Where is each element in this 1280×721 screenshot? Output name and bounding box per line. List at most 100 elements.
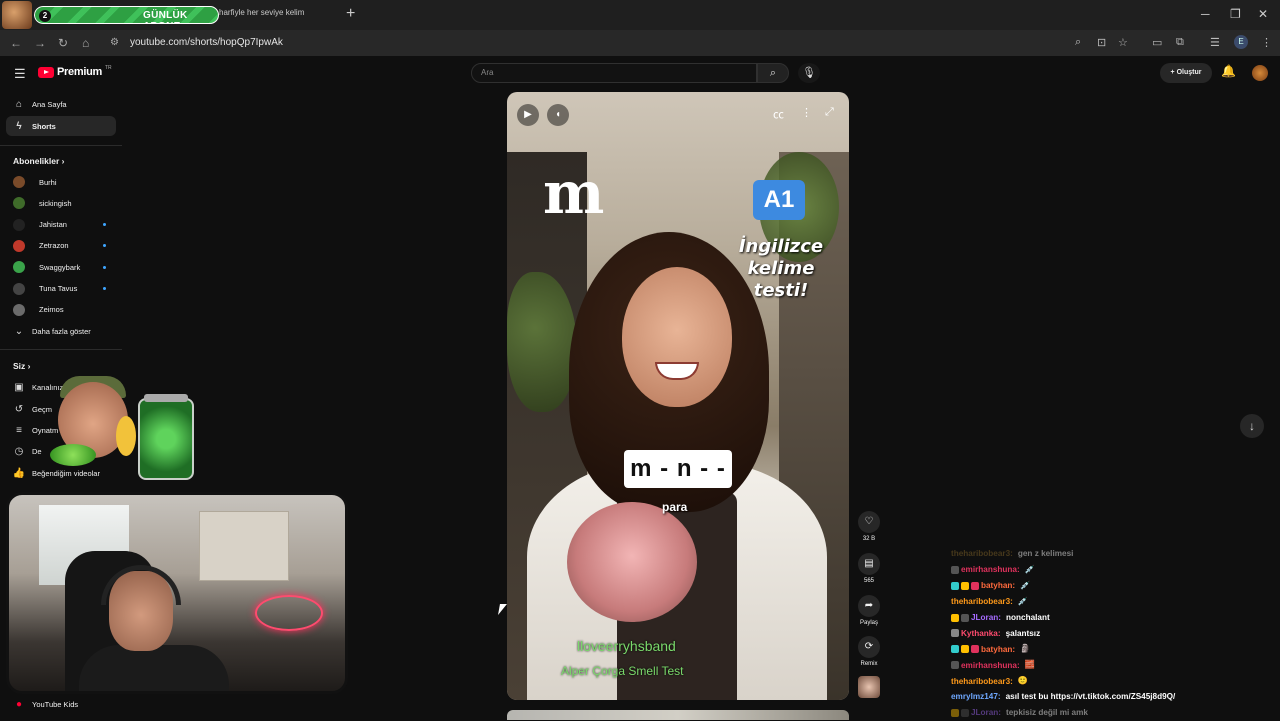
tab-search-icon[interactable]: ▭ [1152, 36, 1162, 49]
extensions-icon[interactable]: ⧉ [1176, 36, 1184, 49]
chat-username: batyhan: [981, 581, 1016, 591]
sidebar-item-subscription[interactable]: Zeimos [6, 300, 116, 320]
browser-menu-icon[interactable]: ⋮ [1261, 36, 1272, 49]
media-controls-icon[interactable]: ☰ [1210, 36, 1220, 49]
address-bar[interactable]: youtube.com/shorts/hopQp7IpwAk [106, 33, 1144, 53]
chat-message: theharibobear3: 🙂 [951, 673, 1271, 689]
channel-avatar [13, 176, 25, 188]
comment-action[interactable]: ▤ 565 [858, 553, 880, 584]
reload-icon[interactable]: ↻ [58, 36, 68, 50]
channel-avatar [13, 303, 25, 316]
chat-badge-icon [951, 645, 959, 654]
minimize-icon[interactable]: ─ [1201, 7, 1210, 21]
site-info-icon[interactable]: ⚙ [110, 37, 119, 48]
chat-message: theharibobear3: gen z kelimesi [951, 546, 1271, 562]
chat-message: theharibobear3: 💉 [951, 594, 1271, 610]
sidebar-item-subscription[interactable]: sickingish [6, 193, 116, 213]
chat-text: şalantsız [1005, 628, 1041, 638]
you-heading[interactable]: Siz › [13, 361, 30, 371]
home-icon: ⌂ [15, 98, 23, 110]
sidebar-item-label: Kanalınız [32, 382, 64, 392]
sidebar-item-shorts[interactable]: ϟ Shorts [6, 116, 116, 136]
bookmark-star-icon[interactable]: ☆ [1118, 36, 1128, 49]
chat-username: batyhan: [981, 644, 1016, 654]
browser-toolbar: ← → ↻ ⌂ youtube.com/shorts/hopQp7IpwAk ⚙… [0, 30, 1280, 56]
remix-icon[interactable]: ⟳ [858, 636, 880, 658]
thumbs-up-icon: 👍 [12, 467, 26, 479]
guide-menu-icon[interactable]: ☰ [14, 66, 26, 82]
sidebar-item-label: Jahistan [39, 220, 67, 230]
sidebar-item-label: Swaggybark [39, 262, 81, 272]
more-options-icon[interactable]: ⋮ [801, 106, 812, 119]
chat-message: batyhan: 🗿 [951, 641, 1271, 657]
captions-icon[interactable]: ㏄ [773, 106, 784, 122]
new-tab-button[interactable]: + [346, 5, 355, 23]
create-button[interactable]: + Oluştur [1160, 63, 1212, 83]
search-button[interactable]: ⌕ [757, 63, 789, 83]
shorts-video-player[interactable]: ▶ ◖ ㏄ ⋮ ⤢ m A1 İngilizce kelime testi! m… [507, 92, 849, 700]
share-icon[interactable]: ➦ [858, 595, 880, 617]
remix-action[interactable]: ⟳ Remix [858, 636, 880, 667]
chat-text: 🗿 [1020, 644, 1031, 654]
sidebar-item-liked-videos[interactable]: 👍 Beğendiğim videolar [6, 463, 116, 483]
goal-title: GÜNLÜK ABONE [143, 10, 188, 24]
heart-icon[interactable]: ♡ [858, 511, 880, 533]
chat-badge-icon [961, 613, 969, 622]
sidebar-show-more[interactable]: ⌄ Daha fazla göster [6, 321, 116, 341]
subscriptions-heading[interactable]: Abonelikler › [13, 156, 65, 166]
goal-count-left: 2 [39, 10, 51, 22]
voice-search-button[interactable]: 🎙 [798, 63, 820, 83]
youtube-header: ☰ Premium TR Ara ⌕ 🎙 + Oluştur 🔔 [0, 56, 1280, 90]
back-icon[interactable]: ← [10, 36, 22, 50]
sidebar-item-home[interactable]: ⌂ Ana Sayfa [6, 94, 116, 114]
sidebar-item-label: Ana Sayfa [32, 99, 67, 109]
sidebar-item-label: Daha fazla göster [32, 326, 91, 336]
next-short-preview[interactable] [507, 710, 849, 720]
like-action[interactable]: ♡ 32 B [858, 511, 880, 542]
install-app-icon[interactable]: ⊡ [1097, 36, 1106, 49]
close-window-icon[interactable]: ✕ [1258, 7, 1268, 21]
new-content-dot [103, 265, 106, 269]
zoom-icon[interactable]: ⌕ [1075, 36, 1081, 49]
forward-icon[interactable]: → [34, 36, 46, 50]
channel-avatar [13, 239, 25, 252]
arrow-down-icon: ↓ [1249, 419, 1255, 433]
play-button[interactable]: ▶ [517, 104, 539, 126]
restore-icon[interactable]: ❐ [1230, 7, 1241, 21]
channel-avatar [13, 282, 25, 295]
sound-thumbnail[interactable] [858, 676, 880, 698]
browser-profile-icon[interactable]: E [1234, 35, 1248, 49]
share-action[interactable]: ➦ Paylaş [858, 595, 880, 626]
mic-icon: 🎙 [802, 67, 816, 79]
chat-text: 💉 [1020, 580, 1031, 590]
clock-icon: ◷ [14, 445, 24, 457]
profile-avatar-icon[interactable] [2, 1, 32, 29]
youtube-premium-logo[interactable]: Premium TR [38, 65, 112, 78]
title-line: testi! [753, 280, 809, 301]
title-line: İngilizce [738, 236, 824, 257]
sidebar-item-subscription[interactable]: Swaggybark [6, 257, 116, 277]
chat-badge-icon [971, 581, 979, 590]
chat-message: Kythanka: şalantsız [951, 625, 1271, 641]
sidebar-item-subscription[interactable]: Jahistan [6, 215, 116, 235]
search-icon: ⌕ [769, 67, 777, 79]
comment-icon[interactable]: ▤ [858, 553, 880, 575]
account-avatar[interactable] [1252, 65, 1268, 81]
volume-button[interactable]: ◖ [547, 104, 569, 126]
browser-tab-active[interactable]: 2 GÜNLÜK ABONE harfiyle her seviye kelim… [34, 6, 324, 24]
next-video-button[interactable]: ↓ [1240, 414, 1264, 438]
sidebar-item-subscription[interactable]: Burhi [6, 172, 116, 192]
home-icon[interactable]: ⌂ [82, 36, 89, 50]
chat-username: Kythanka: [961, 628, 1001, 638]
sidebar-item-subscription[interactable]: Zetrazon [6, 236, 116, 256]
sidebar-item-subscription[interactable]: Tuna Tavus [6, 279, 116, 299]
new-content-dot [103, 287, 106, 290]
sidebar-item-label: Burhi [39, 177, 57, 187]
sidebar-item-youtube-kids[interactable]: ● YouTube Kids [6, 694, 116, 714]
sidebar-item-label: De [32, 446, 42, 456]
sidebar-item-label: Geçm [32, 404, 53, 414]
search-input[interactable]: Ara [471, 63, 757, 83]
video-person-face [622, 267, 732, 407]
fullscreen-icon[interactable]: ⤢ [825, 106, 834, 119]
notifications-bell-icon[interactable]: 🔔 [1221, 64, 1236, 78]
